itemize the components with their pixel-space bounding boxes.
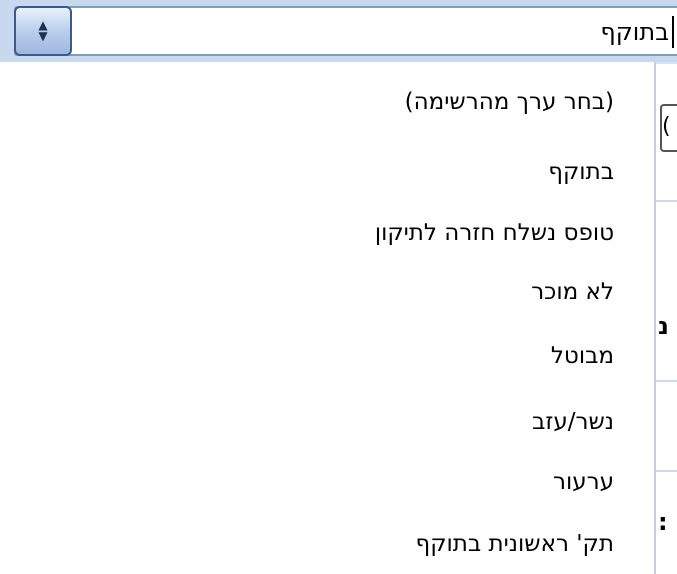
status-combobox[interactable]: בתוקף ▲ ▼ <box>0 0 677 62</box>
background-input[interactable]: ( <box>660 104 677 152</box>
combobox-field[interactable]: בתוקף <box>14 6 677 56</box>
background-input-text: ( <box>662 114 671 139</box>
combobox-value: בתוקף <box>600 16 674 48</box>
background-divider <box>656 470 677 472</box>
dropdown-option[interactable]: לא מוכר <box>531 262 614 322</box>
dropdown-option[interactable]: נשר/עזב <box>532 392 614 452</box>
spin-updown-icon[interactable]: ▲ ▼ <box>14 6 72 56</box>
background-label-fragment: : <box>658 508 668 536</box>
background-label-fragment: נ <box>658 312 669 340</box>
spin-down-icon: ▼ <box>38 29 48 43</box>
dropdown-option[interactable]: מבוטל <box>551 326 614 386</box>
dropdown-option[interactable]: תק' ראשונית בתוקף <box>416 514 614 574</box>
dropdown-option[interactable]: בתוקף <box>548 142 614 202</box>
dropdown-option[interactable]: (בחר ערך מהרשימה) <box>405 72 614 132</box>
status-dropdown-list[interactable]: (בחר ערך מהרשימה) בתוקף טופס נשלח חזרה ל… <box>0 62 656 574</box>
background-divider <box>656 380 677 382</box>
background-divider <box>656 200 677 202</box>
dropdown-option[interactable]: ערעור <box>553 452 614 512</box>
dropdown-option[interactable]: טופס נשלח חזרה לתיקון <box>375 203 614 263</box>
